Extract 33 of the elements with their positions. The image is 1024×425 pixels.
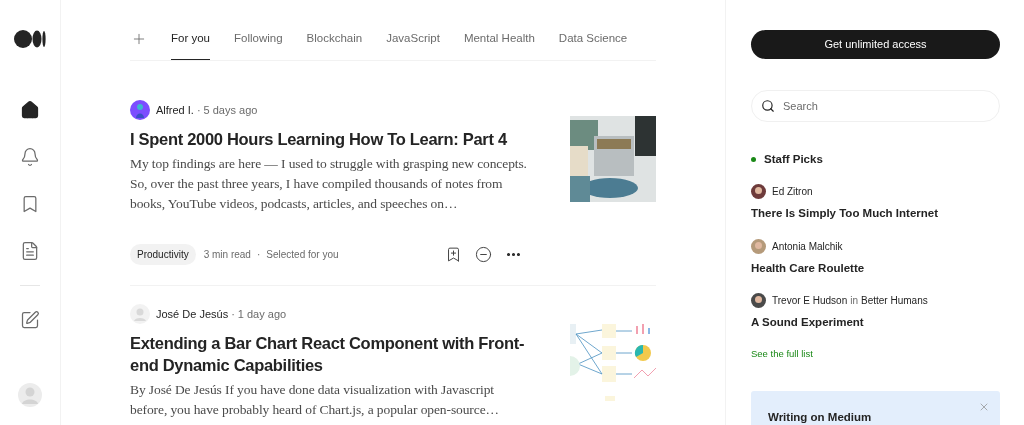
full-list-link[interactable]: See the full list <box>751 347 1000 362</box>
topic-tag[interactable]: Productivity <box>130 244 196 265</box>
separator-dot: · <box>196 102 201 118</box>
article-title[interactable]: I Spent 2000 Hours Learning How To Learn: Part 4 <box>130 128 530 150</box>
article-title[interactable]: Extending a Bar Chart React Component with Front-end Dynamic Capabilities <box>130 332 530 376</box>
topic-tab[interactable]: Data Science <box>558 29 628 60</box>
search-field[interactable]: Search <box>751 90 1000 122</box>
card-title: Writing on Medium <box>768 410 872 425</box>
recommendation-note: Selected for you <box>266 248 339 262</box>
article-excerpt: My top findings are here — I used to struggle with grasping new concepts. So, over the past three years, I have compiled thousands of notes from books, YouTube videos, podcasts, articles, and speeches on… <box>130 155 528 213</box>
topic-tab[interactable]: JavaScript <box>386 29 440 60</box>
author-name[interactable]: Antonia Malchik <box>772 238 843 254</box>
post-time: 5 days ago <box>203 102 258 118</box>
author-name[interactable]: Alfred I. <box>156 101 194 119</box>
article-excerpt: By José De Jesús If you have done data visualization with Javascript before, you have probably heard of Chart.js, a popular open-source… <box>130 381 500 419</box>
topic-tab[interactable]: Mental Health <box>463 29 535 60</box>
unlimited-access-button[interactable]: Get unlimited access <box>751 30 1000 59</box>
separator-dot: · <box>231 306 235 322</box>
author-name[interactable]: José De Jesús <box>156 305 229 323</box>
pick-title[interactable]: Health Care Roulette <box>751 259 1000 277</box>
separator-dot: · <box>256 248 261 262</box>
topic-tab[interactable]: Following <box>234 29 283 60</box>
post-time: 1 day ago <box>237 306 287 322</box>
publication-name[interactable]: Better Humans <box>861 292 928 308</box>
pick-title[interactable]: There Is Simply Too Much Internet <box>751 205 1000 223</box>
read-time: 3 min read <box>203 248 251 262</box>
connector-text: in <box>850 293 858 308</box>
section-heading: Staff Picks <box>764 152 823 167</box>
author-name[interactable]: Trevor E Hudson <box>772 292 848 308</box>
pick-title[interactable]: A Sound Experiment <box>751 313 1000 331</box>
author-name[interactable]: Ed Zitron <box>772 184 813 200</box>
topic-tab[interactable]: Blockchain <box>306 29 363 60</box>
topic-tab[interactable]: For you <box>171 29 210 60</box>
